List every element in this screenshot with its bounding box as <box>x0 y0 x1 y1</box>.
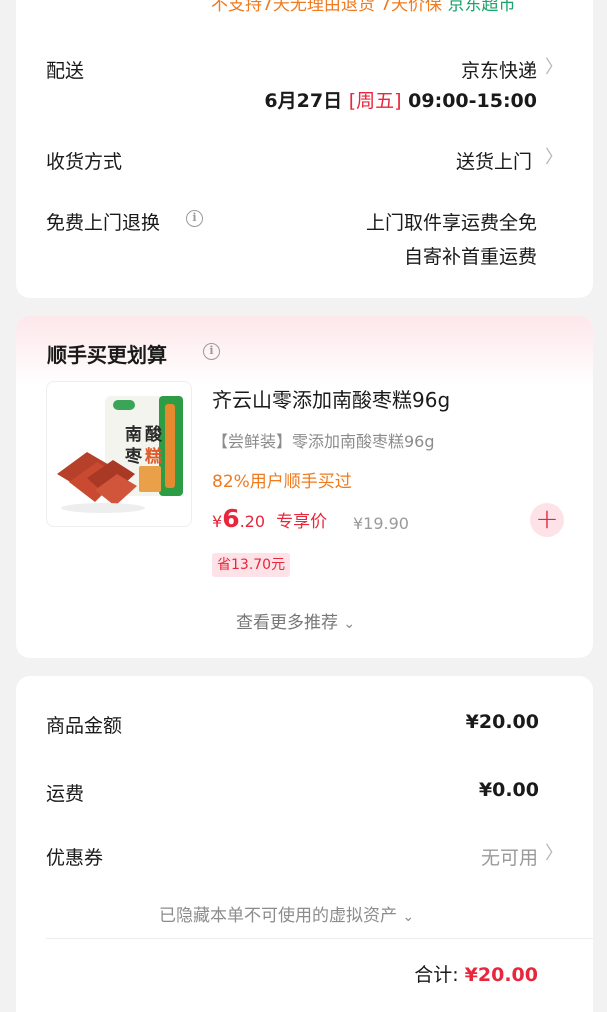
hidden-assets-label: 已隐藏本单不可使用的虚拟资产 <box>159 906 397 926</box>
product-name[interactable]: 齐云山零添加南酸枣糕96g <box>212 384 450 413</box>
delivery-card: 不支持7天无理由退货 7天价保 京东超市 配送 京东快递 〉 6月27日 [周五… <box>16 0 593 298</box>
total-label: 合计: <box>414 964 459 986</box>
svg-text:糕: 糕 <box>145 446 162 467</box>
info-icon[interactable]: i <box>186 210 203 227</box>
goods-amount-label: 商品金额 <box>46 715 123 737</box>
free-return-line2: 自寄补首重运费 <box>403 246 537 268</box>
coupon-value[interactable]: 无可用 <box>481 843 538 870</box>
product-price: ¥6.20 专享价 <box>212 504 327 533</box>
jd-supermarket-text: 京东超市 <box>447 0 516 15</box>
price-decimal: .20 <box>239 512 266 531</box>
add-to-cart-button[interactable]: + <box>530 503 564 537</box>
recommend-title: 顺手买更划算 <box>47 343 167 367</box>
svg-text:枣: 枣 <box>124 446 143 467</box>
summary-divider <box>46 938 593 939</box>
delivery-label: 配送 <box>46 60 85 82</box>
product-thumbnail[interactable]: 南 酸 枣 糕 <box>46 381 192 527</box>
original-price: ¥19.90 <box>353 514 409 533</box>
return-policy-text: 不支持7天无理由退货 7天价保 <box>211 0 443 15</box>
hidden-assets-toggle[interactable]: 已隐藏本单不可使用的虚拟资产 ⌄ <box>159 901 414 926</box>
recommend-card: 顺手买更划算 i 南 酸 枣 糕 齐云山零添加南酸枣糕96g 【尝鲜装】零添加南… <box>16 316 593 658</box>
receive-method-value[interactable]: 送货上门 <box>456 147 532 174</box>
delivery-timeslot: 09:00-15:00 <box>408 90 537 112</box>
svg-text:酸: 酸 <box>145 424 163 445</box>
shipping-fee-value: ¥0.00 <box>478 779 539 801</box>
delivery-date: 6月27日 <box>264 90 343 112</box>
receive-method-label: 收货方式 <box>46 151 123 173</box>
shipping-fee-label: 运费 <box>46 783 85 805</box>
coupon-label: 优惠券 <box>46 847 104 869</box>
view-more-recommendations[interactable]: 查看更多推荐 ⌄ <box>236 608 355 633</box>
chevron-right-icon[interactable]: 〉 <box>545 148 563 168</box>
view-more-label: 查看更多推荐 <box>236 613 338 633</box>
goods-amount-value: ¥20.00 <box>465 711 539 733</box>
jujube-cake-image: 南 酸 枣 糕 <box>57 396 183 513</box>
order-summary-card: 商品金额 ¥20.00 运费 ¥0.00 优惠券 无可用 〉 已隐藏本单不可使用… <box>16 676 593 1012</box>
return-policy-note: 不支持7天无理由退货 7天价保 京东超市 <box>211 0 515 15</box>
chevron-right-icon[interactable]: 〉 <box>545 844 563 864</box>
price-integer: 6 <box>222 504 240 533</box>
chevron-down-icon: ⌄ <box>343 616 356 632</box>
chevron-down-icon: ⌄ <box>402 909 415 925</box>
free-return-line1: 上门取件享运费全免 <box>365 212 537 234</box>
savings-badge: 省13.70元 <box>212 553 291 577</box>
order-total: 合计: ¥20.00 <box>414 960 538 987</box>
svg-text:南: 南 <box>125 424 142 445</box>
exclusive-price-tag: 专享价 <box>276 512 328 532</box>
free-return-label: 免费上门退换 <box>46 212 161 234</box>
delivery-weekday: [周五] <box>348 90 402 112</box>
product-subtitle: 【尝鲜装】零添加南酸枣糕96g <box>212 432 435 451</box>
total-value: ¥20.00 <box>464 964 538 986</box>
price-symbol: ¥ <box>212 512 223 531</box>
social-proof-text: 82%用户顺手买过 <box>212 472 352 492</box>
info-icon[interactable]: i <box>203 343 220 360</box>
chevron-right-icon[interactable]: 〉 <box>545 58 563 78</box>
delivery-time[interactable]: 6月27日 [周五] 09:00-15:00 <box>264 86 537 113</box>
delivery-carrier[interactable]: 京东快递 <box>461 56 537 83</box>
